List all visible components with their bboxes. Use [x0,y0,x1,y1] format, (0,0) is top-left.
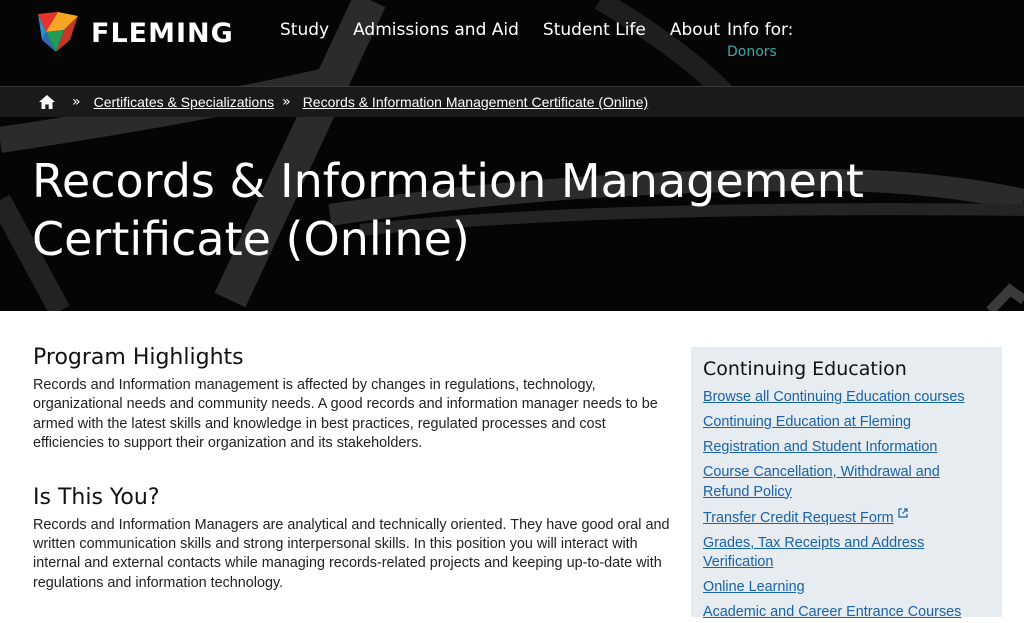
sidebar-link-browse-courses[interactable]: Browse all Continuing Education courses [703,388,990,408]
site-logo[interactable]: FLEMING [36,10,234,56]
info-for-menu: Info for: Donors [727,20,793,60]
nav-item-student-life[interactable]: Student Life [543,20,646,40]
section-heading-program-highlights: Program Highlights [33,345,244,370]
page-header: FLEMING Study Admissions and Aid Student… [0,0,1024,311]
continuing-education-sidebar: Continuing Education Browse all Continui… [691,347,1002,620]
nav-item-admissions-and-aid[interactable]: Admissions and Aid [353,20,519,40]
top-navigation: FLEMING Study Admissions and Aid Student… [0,0,1024,86]
external-link-icon [898,507,908,518]
breadcrumb-separator: » [72,94,81,110]
main-nav: Study Admissions and Aid Student Life Ab… [280,20,744,40]
home-icon[interactable] [38,94,56,110]
nav-item-about[interactable]: About [670,20,720,40]
nav-item-study[interactable]: Study [280,20,329,40]
breadcrumb-separator: » [282,94,291,110]
breadcrumb: » Certificates & Specializations » Recor… [0,86,1024,117]
breadcrumb-current-page-link[interactable]: Records & Information Management Certifi… [303,94,648,110]
main-content: Program Highlights Records and Informati… [33,345,675,593]
is-this-you-text: Records and Information Managers are ana… [33,516,670,591]
sidebar-link-transfer-credit[interactable]: Transfer Credit Request Form [703,507,990,529]
program-highlights-text: Records and Information management is af… [33,377,658,452]
fleming-shield-icon [38,12,78,52]
sidebar-link-academic-entrance[interactable]: Academic and Career Entrance Courses [703,603,990,623]
section-heading-is-this-you: Is This You? [33,484,160,510]
sidebar-link-registration[interactable]: Registration and Student Information [703,438,990,458]
sidebar-link-online-learning[interactable]: Online Learning [703,578,990,598]
sidebar-link-cancellation-policy[interactable]: Course Cancellation, Withdrawal and Refu… [703,463,990,502]
sidebar-link-grades-tax-receipts[interactable]: Grades, Tax Receipts and Address Verific… [703,534,990,573]
sidebar-heading: Continuing Education [703,358,907,380]
transfer-credit-label: Transfer Credit Request Form [703,509,894,526]
sidebar-link-continuing-education[interactable]: Continuing Education at Fleming [703,413,990,433]
info-for-label[interactable]: Info for: [727,20,793,40]
info-for-donors-link[interactable]: Donors [727,44,793,60]
brand-name: FLEMING [91,17,234,49]
page-title: Records & Information Management Certifi… [32,154,864,266]
breadcrumb-certificates-link[interactable]: Certificates & Specializations [94,94,275,110]
